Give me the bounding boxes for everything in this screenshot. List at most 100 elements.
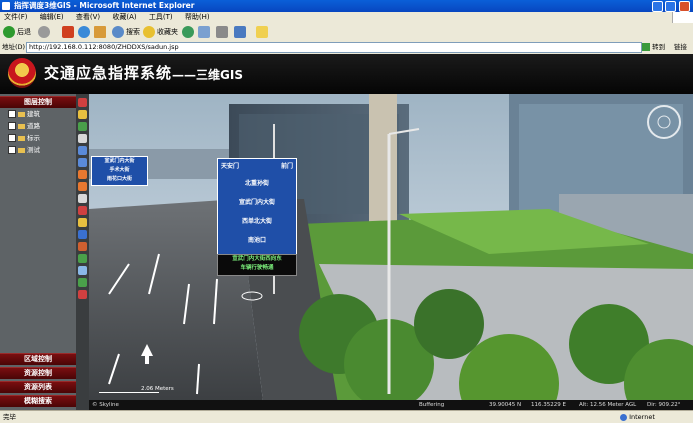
checkbox[interactable]: [8, 110, 16, 118]
browser-status-bar: 完毕 Internet: [0, 410, 693, 423]
go-arrow-icon: [642, 43, 650, 51]
region-control-header[interactable]: 区域控制: [0, 353, 76, 365]
stop-tool-icon[interactable]: [78, 290, 87, 299]
history-icon: [182, 26, 194, 38]
printer-icon: [216, 26, 228, 38]
window-title: 指挥调度3维GIS - Microsoft Internet Explorer: [14, 1, 195, 10]
ie-icon: [2, 2, 10, 10]
print-button[interactable]: [216, 25, 230, 39]
menu-tools[interactable]: 工具(T): [149, 13, 173, 21]
home-button[interactable]: [94, 25, 108, 39]
close-tool-icon[interactable]: [78, 98, 87, 107]
sign-text-qianmen: 前门: [280, 163, 293, 170]
menu-help[interactable]: 帮助(H): [185, 13, 210, 21]
layers-icon[interactable]: [78, 266, 87, 275]
edit-button[interactable]: [234, 25, 248, 39]
globe-icon[interactable]: [78, 230, 87, 239]
search-button[interactable]: 搜索: [112, 25, 140, 39]
hand-tool-icon[interactable]: [78, 134, 87, 143]
refresh-button[interactable]: [78, 25, 92, 39]
refresh-icon: [78, 26, 90, 38]
folder-button[interactable]: [256, 25, 270, 39]
sign-text-tiananmen: 天安门: [221, 163, 240, 170]
traffic-sign-main[interactable]: 天安门 前门 北重孙街 宣武门内大街 西单北大街 南池口: [217, 158, 297, 256]
zoom-in-icon[interactable]: [78, 146, 87, 155]
links-button[interactable]: 链接: [674, 41, 687, 53]
altitude-readout: Alt: 12.56 Meter AGL: [579, 402, 637, 408]
pencil-icon[interactable]: [78, 218, 87, 227]
resource-control-header[interactable]: 资源控制: [0, 367, 76, 379]
marker-icon[interactable]: [78, 206, 87, 215]
forward-button[interactable]: [38, 25, 52, 39]
windows-logo-icon: [672, 12, 693, 23]
address-bar: 地址(D) http://192.168.0.112:8080/ZHDDXS/s…: [0, 41, 693, 53]
back-button[interactable]: 后退: [3, 25, 31, 39]
fuzzy-search-header[interactable]: 模糊搜索: [0, 395, 76, 407]
longitude-readout: 116.35229 E: [531, 402, 566, 408]
checkbox[interactable]: [8, 134, 16, 142]
zone-internet: Internet: [620, 411, 655, 423]
go-button[interactable]: 转到: [642, 41, 665, 53]
checkbox[interactable]: [8, 146, 16, 154]
folder-icon: [18, 111, 25, 117]
back-arrow-icon: [3, 26, 15, 38]
sign-text-xidan: 西单北大街: [241, 218, 272, 225]
mail-icon: [198, 26, 210, 38]
menu-favorites[interactable]: 收藏(A): [112, 13, 136, 21]
menu-file[interactable]: 文件(F): [4, 13, 28, 21]
zoom-out-icon[interactable]: [78, 158, 87, 167]
left-panel: 图层控制 建筑 道路 标示 测试 区域控制 资源控制 资源列表 模糊搜索: [0, 94, 76, 410]
maximize-button[interactable]: [665, 1, 676, 12]
folder-icon: [18, 135, 25, 141]
edit-icon: [234, 26, 246, 38]
folder-icon: [18, 147, 25, 153]
status-text: 完毕: [3, 413, 16, 421]
rotate-left-icon[interactable]: [78, 170, 87, 179]
camera-icon[interactable]: [78, 194, 87, 203]
measure-icon[interactable]: [78, 254, 87, 263]
view-status-bar: © Skyline Buffering 39.90045 N 116.35229…: [89, 400, 693, 410]
home-icon: [94, 26, 106, 38]
menu-edit[interactable]: 编辑(E): [40, 13, 64, 21]
browser-toolbar: 后退 搜索 收藏夹: [0, 23, 693, 42]
skyline-brand: © Skyline: [92, 402, 119, 408]
map-icon[interactable]: [78, 278, 87, 287]
rotate-right-icon[interactable]: [78, 182, 87, 191]
history-button[interactable]: [182, 25, 196, 39]
stop-button[interactable]: [62, 25, 76, 39]
3d-map-view[interactable]: 天安门 前门 北重孙街 宣武门内大街 西单北大街 南池口 宣武门内大街西向东 车…: [89, 94, 693, 410]
sign-text-xuanwumen: 宣武门内大街: [238, 199, 275, 206]
rotate-tool-icon[interactable]: [78, 122, 87, 131]
checkbox[interactable]: [8, 122, 16, 130]
traffic-sign-small[interactable]: 宣武门内大街 手术大街 雨花口大街: [91, 156, 148, 186]
sign-text-nanchikou: 南池口: [247, 237, 266, 244]
scale-label: 2.06 Meters: [141, 386, 174, 392]
window-title-bar[interactable]: 指挥调度3维GIS - Microsoft Internet Explorer: [0, 0, 693, 12]
3d-scene[interactable]: [89, 94, 693, 410]
layer-item-signs[interactable]: 标示: [8, 134, 40, 143]
undo-icon[interactable]: [78, 242, 87, 251]
forward-arrow-icon: [38, 26, 50, 38]
banner-subtitle: ——三维GIS: [172, 68, 243, 82]
folder-icon: [256, 26, 268, 38]
star-icon: [143, 26, 155, 38]
close-button[interactable]: [679, 1, 690, 12]
police-emblem-icon: [8, 58, 36, 88]
layer-item-buildings[interactable]: 建筑: [8, 110, 40, 119]
layer-item-roads[interactable]: 道路: [8, 122, 40, 131]
pan-tool-icon[interactable]: [78, 110, 87, 119]
layer-control-header[interactable]: 图层控制: [0, 96, 76, 108]
layer-item-test[interactable]: 测试: [8, 146, 40, 155]
stop-icon: [62, 26, 74, 38]
app-banner: 交通应急指挥系统 ——三维GIS: [0, 54, 693, 94]
address-input[interactable]: http://192.168.0.112:8080/ZHDDXS/sadun.j…: [26, 42, 642, 53]
map-tool-column: [76, 94, 89, 410]
resource-list-header[interactable]: 资源列表: [0, 381, 76, 393]
minimize-button[interactable]: [652, 1, 663, 12]
menu-view[interactable]: 查看(V): [76, 13, 100, 21]
mail-button[interactable]: [198, 25, 212, 39]
globe-icon: [620, 413, 627, 421]
scale-bar: [99, 392, 159, 393]
favorites-button[interactable]: 收藏夹: [143, 25, 178, 39]
traffic-info-board: 宣武门内大街西向东 车辆行驶畅通: [217, 254, 297, 276]
